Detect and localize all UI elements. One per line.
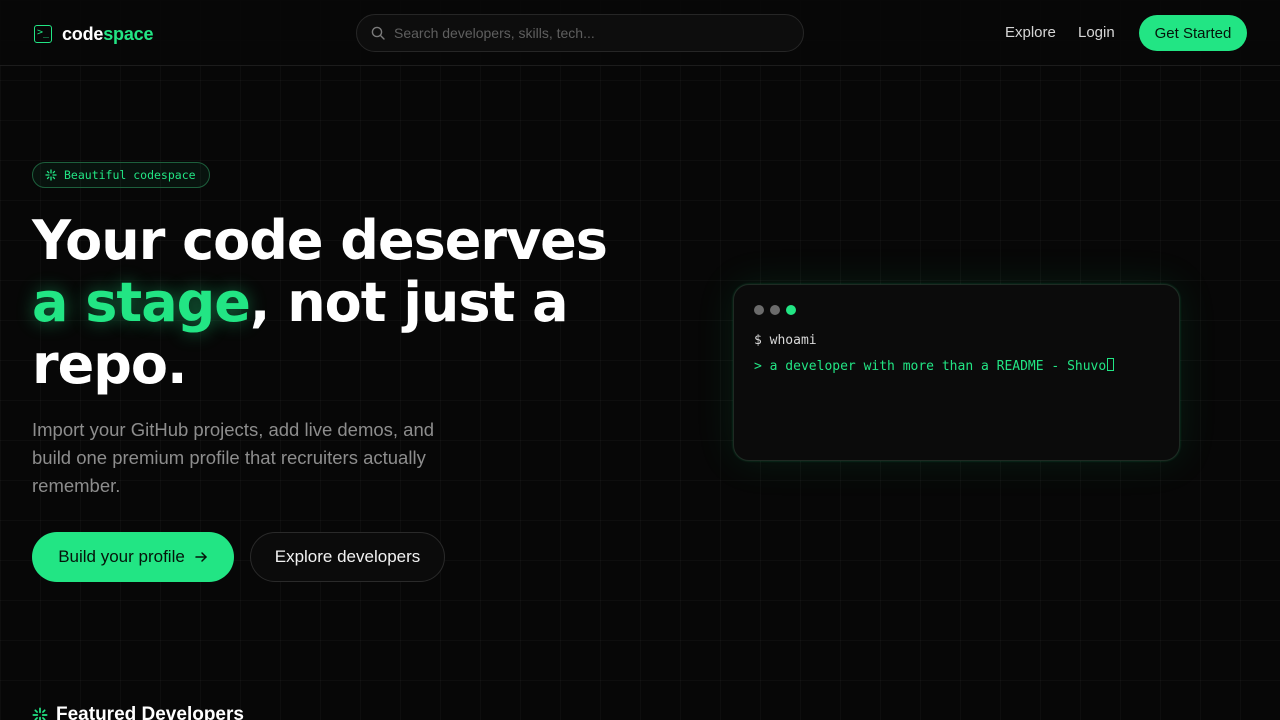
brand-name: codespace — [62, 24, 153, 45]
terminal-icon: >_ — [34, 25, 52, 43]
search-bar[interactable] — [356, 14, 804, 52]
build-profile-button[interactable]: Build your profile — [32, 532, 234, 582]
hero-badge: Beautiful codespace — [32, 162, 210, 188]
hero-title-rest: , not just a — [249, 271, 569, 334]
hero-title-accent: a stage — [32, 271, 251, 334]
top-navbar: >_ codespace Explore Login Get Started — [0, 0, 1280, 66]
window-dot-3 — [786, 305, 796, 315]
window-dot-1 — [754, 305, 764, 315]
hero-title-line1: Your code deserves — [32, 209, 608, 272]
brand-suffix: space — [103, 23, 154, 44]
explore-developers-button[interactable]: Explore developers — [250, 532, 445, 582]
badge-label: Beautiful codespace — [64, 168, 196, 182]
window-dot-2 — [770, 305, 780, 315]
terminal-cursor — [1107, 358, 1115, 371]
window-controls — [754, 305, 796, 315]
terminal-output: > a developer with more than a README - … — [754, 359, 1107, 374]
search-icon — [371, 26, 385, 40]
nav-explore-link[interactable]: Explore — [1005, 24, 1056, 42]
build-profile-label: Build your profile — [58, 547, 185, 566]
hero-title-line3: repo. — [32, 333, 188, 396]
sparkle-icon — [45, 169, 57, 181]
brand-prefix: code — [62, 23, 104, 44]
terminal-card: $ whoami > a developer with more than a … — [733, 284, 1180, 461]
nav-login-link[interactable]: Login — [1078, 24, 1115, 42]
get-started-button[interactable]: Get Started — [1139, 15, 1247, 51]
arrow-right-icon — [195, 552, 207, 562]
search-input[interactable] — [394, 25, 774, 41]
terminal-command: $ whoami — [754, 333, 817, 348]
featured-developers-section: Featured Developers — [32, 704, 244, 720]
hero-title: Your code deserves a stage, not just a r… — [32, 210, 672, 396]
brand-logo[interactable]: >_ codespace — [34, 23, 153, 45]
featured-developers-title: Featured Developers — [56, 704, 244, 720]
terminal-output-line: > a developer with more than a README - … — [754, 358, 1115, 376]
sparkle-icon — [32, 707, 48, 720]
hero-subtitle: Import your GitHub projects, add live de… — [32, 419, 435, 496]
